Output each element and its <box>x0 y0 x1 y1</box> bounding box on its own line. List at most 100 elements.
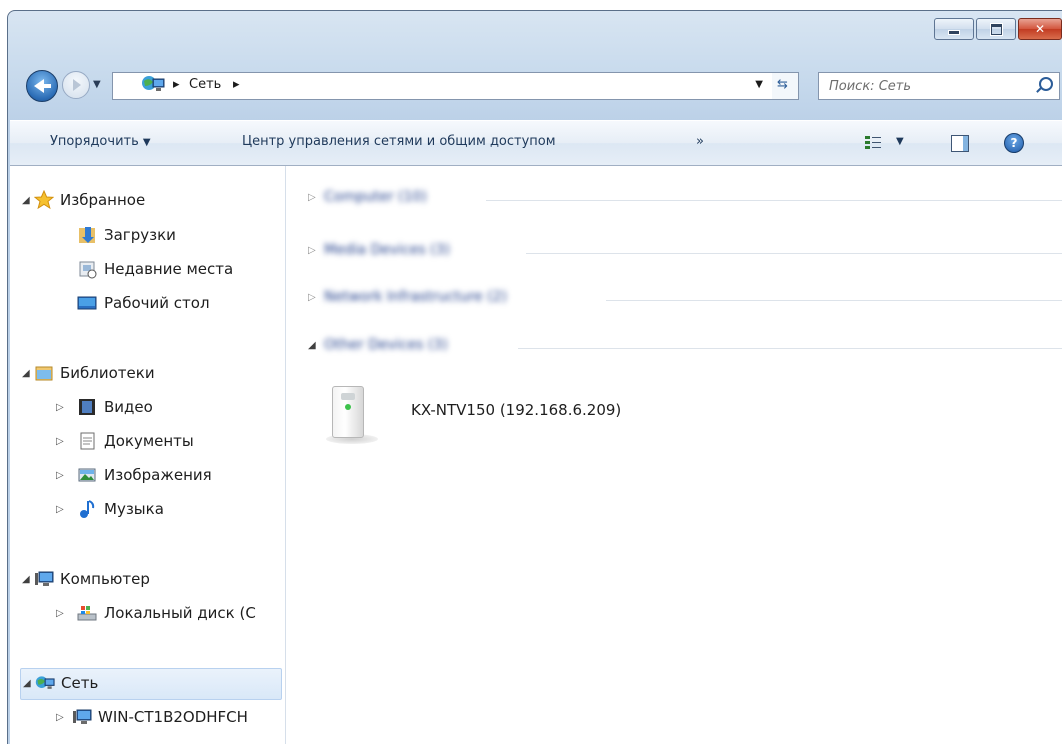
expanded-arrow-icon[interactable]: ◢ <box>22 574 30 585</box>
group-divider <box>606 300 1062 301</box>
sidebar-item-downloads[interactable]: Загрузки <box>20 221 282 251</box>
group-divider <box>526 253 1062 254</box>
close-icon: ✕ <box>1034 22 1046 36</box>
computer-icon <box>73 709 92 724</box>
sidebar-item-label: Изображения <box>104 466 212 484</box>
group-header-media-devices[interactable]: ▷ Media Devices (3) <box>286 239 1062 269</box>
help-icon[interactable]: ? <box>1004 133 1024 153</box>
sidebar-item-recent-places[interactable]: Недавние места <box>20 255 282 285</box>
device-label: KX-NTV150 (192.168.6.209) <box>411 401 622 419</box>
collapsed-arrow-icon[interactable]: ▷ <box>56 470 64 481</box>
search-icon[interactable] <box>1039 77 1053 91</box>
sidebar-item-desktop[interactable]: Рабочий стол <box>20 289 282 319</box>
search-input[interactable] <box>819 73 1031 99</box>
group-label: Network Infrastructure (2) <box>324 289 507 305</box>
maximize-button[interactable] <box>976 18 1016 40</box>
sidebar-item-label: Сеть <box>61 674 99 692</box>
refresh-icon: ⇆ <box>777 77 788 92</box>
sidebar-item-label: Библиотеки <box>60 364 155 382</box>
sidebar-item-network-computer[interactable]: ▷ WIN-CT1B2ODHFCH <box>20 703 282 733</box>
device-item[interactable]: KX-NTV150 (192.168.6.209) <box>326 382 732 452</box>
group-header-other-devices[interactable]: ◢ Other Devices (3) <box>286 334 1062 364</box>
command-bar: Упорядочить ▼ Центр управления сетями и … <box>10 120 1062 166</box>
sidebar-item-pictures[interactable]: ▷ Изображения <box>20 461 282 491</box>
organize-label: Упорядочить <box>50 134 139 149</box>
collapsed-arrow-icon[interactable]: ▷ <box>56 436 64 447</box>
preview-pane-icon[interactable] <box>951 135 969 152</box>
music-icon <box>80 500 95 518</box>
sidebar-item-computer[interactable]: ◢ Компьютер <box>20 565 282 595</box>
collapsed-arrow-icon[interactable]: ▷ <box>308 245 316 256</box>
group-header-network-infrastructure[interactable]: ▷ Network Infrastructure (2) <box>286 286 1062 316</box>
view-options-dropdown[interactable]: ▼ <box>896 136 904 147</box>
pictures-icon <box>78 468 96 482</box>
network-icon <box>142 76 165 91</box>
sidebar-item-label: Недавние места <box>104 260 234 278</box>
group-label: Other Devices (3) <box>324 337 448 353</box>
refresh-button[interactable]: ⇆ <box>772 72 799 100</box>
caption-buttons: ✕ <box>932 18 1062 40</box>
file-list: ▷ Computer (10) ▷ Media Devices (3) ▷ Ne… <box>286 166 1062 744</box>
sidebar-item-label: WIN-CT1B2ODHFCH <box>98 708 248 726</box>
organize-button[interactable]: Упорядочить ▼ <box>50 134 151 149</box>
address-history-dropdown[interactable]: ▼ <box>755 79 763 90</box>
expanded-arrow-icon[interactable]: ◢ <box>22 368 30 379</box>
group-label: Media Devices (3) <box>324 242 450 258</box>
forward-button[interactable] <box>62 71 90 99</box>
navigation-pane: ◢ Избранное Загрузки Недавние места Рабо… <box>10 166 286 744</box>
group-header-computer[interactable]: ▷ Computer (10) <box>286 186 1062 216</box>
computer-icon <box>35 571 54 586</box>
expanded-arrow-icon[interactable]: ◢ <box>22 195 30 206</box>
more-commands-button[interactable]: » <box>696 134 704 149</box>
documents-icon <box>80 432 95 450</box>
change-view-icon[interactable] <box>865 135 881 151</box>
sidebar-item-label: Рабочий стол <box>104 294 210 312</box>
group-divider <box>486 200 1062 201</box>
sidebar-item-music[interactable]: ▷ Музыка <box>20 495 282 525</box>
sidebar-item-network[interactable]: ◢ Сеть <box>20 668 282 700</box>
search-box[interactable] <box>818 72 1060 100</box>
recent-pages-dropdown[interactable]: ▼ <box>93 79 101 90</box>
network-icon <box>35 676 55 689</box>
expanded-arrow-icon[interactable]: ◢ <box>308 340 316 351</box>
sidebar-item-label: Избранное <box>60 191 146 209</box>
sidebar-item-label: Документы <box>104 432 194 450</box>
collapsed-arrow-icon[interactable]: ▷ <box>308 292 316 303</box>
navigation-bar: ▼ ▸ Сеть ▸ ▼ ⇆ <box>10 68 1062 106</box>
explorer-window: ✕ ▼ ▸ Сеть ▸ ▼ ⇆ Упорядочить ▼ Ц <box>0 0 1062 744</box>
collapsed-arrow-icon[interactable]: ▷ <box>56 402 64 413</box>
sidebar-item-libraries[interactable]: ◢ Библиотеки <box>20 359 282 389</box>
collapsed-arrow-icon[interactable]: ▷ <box>56 608 64 619</box>
breadcrumb-separator-end[interactable]: ▸ <box>233 77 240 92</box>
sidebar-item-favorites[interactable]: ◢ Избранное <box>20 186 282 216</box>
device-icon <box>332 386 364 438</box>
sidebar-item-local-disk[interactable]: ▷ Локальный диск (C <box>20 599 282 629</box>
collapsed-arrow-icon[interactable]: ▷ <box>308 192 316 203</box>
video-icon <box>79 399 95 415</box>
close-button[interactable]: ✕ <box>1018 18 1062 40</box>
minimize-icon <box>948 29 960 35</box>
address-bar[interactable]: ▸ Сеть ▸ ▼ <box>112 72 774 100</box>
desktop-icon <box>77 296 97 310</box>
minimize-button[interactable] <box>934 18 974 40</box>
recent-places-icon <box>79 261 97 279</box>
sidebar-item-video[interactable]: ▷ Видео <box>20 393 282 423</box>
network-center-button[interactable]: Центр управления сетями и общим доступом <box>242 134 556 149</box>
breadcrumb-network[interactable]: Сеть <box>189 77 221 92</box>
collapsed-arrow-icon[interactable]: ▷ <box>56 712 64 723</box>
collapsed-arrow-icon[interactable]: ▷ <box>56 504 64 515</box>
content-area: ◢ Избранное Загрузки Недавние места Рабо… <box>10 166 1062 744</box>
sidebar-item-documents[interactable]: ▷ Документы <box>20 427 282 457</box>
libraries-icon <box>35 366 53 381</box>
group-label: Computer (10) <box>324 189 427 205</box>
sidebar-item-label: Компьютер <box>60 570 150 588</box>
expanded-arrow-icon[interactable]: ◢ <box>23 678 31 689</box>
local-disk-icon <box>77 606 97 621</box>
back-button[interactable] <box>26 70 58 102</box>
star-icon <box>34 190 54 210</box>
sidebar-item-label: Локальный диск (C <box>104 604 256 622</box>
breadcrumb-separator[interactable]: ▸ <box>173 77 180 92</box>
downloads-folder-icon <box>79 227 95 243</box>
maximize-icon <box>990 23 1002 35</box>
sidebar-item-label: Музыка <box>104 500 164 518</box>
